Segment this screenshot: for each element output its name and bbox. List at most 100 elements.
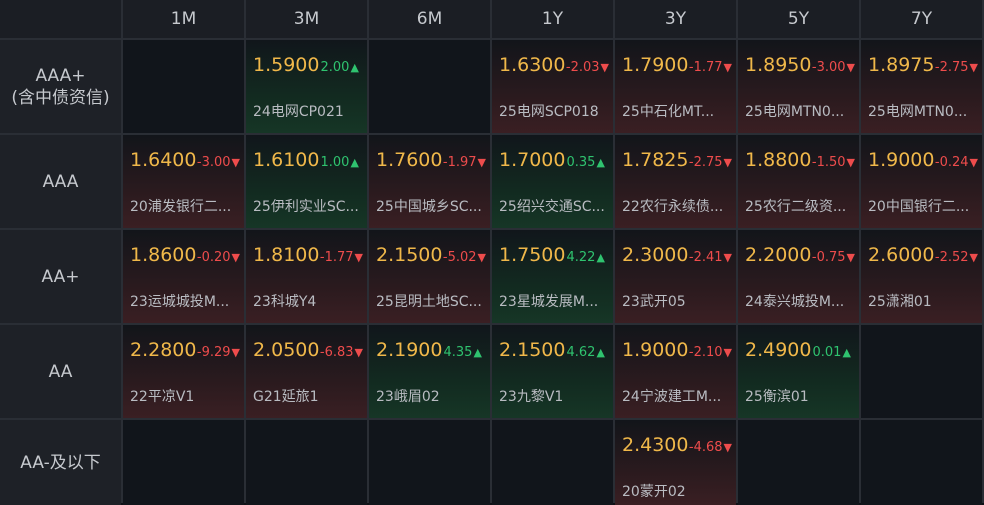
column-header-6m[interactable]: 6M <box>369 0 490 38</box>
triangle-down-icon: ▼ <box>231 346 240 359</box>
bond-name[interactable]: 25绍兴交通SC... <box>499 196 607 216</box>
empty-cell <box>369 420 490 505</box>
bond-name[interactable]: 23九黎V1 <box>499 386 607 406</box>
bond-name[interactable]: 23运城城投M... <box>130 291 238 311</box>
quote-cell[interactable]: 1.7000 0.35▲ 25绍兴交通SC... <box>492 135 613 228</box>
quote-cell[interactable]: 2.2000 -0.75▼ 24泰兴城投M... <box>738 230 859 323</box>
change-text: -9.29 <box>196 345 231 360</box>
yield-value: 1.8800 <box>745 149 811 171</box>
column-header-1y[interactable]: 1Y <box>492 0 613 38</box>
quote-cell[interactable]: 1.6400 -3.00▼ 20浦发银行二... <box>123 135 244 228</box>
change-value: -1.77▼ <box>689 60 732 75</box>
column-header-3y[interactable]: 3Y <box>615 0 736 38</box>
bond-name[interactable]: 23科城Y4 <box>253 291 361 311</box>
empty-cell <box>123 420 244 505</box>
bond-name[interactable]: 25电网MTN0... <box>745 101 853 121</box>
bond-name[interactable]: 23峨眉02 <box>376 386 484 406</box>
bond-name[interactable]: 20蒙开02 <box>622 481 730 501</box>
quote-cell[interactable]: 1.7500 4.22▲ 23星城发展M... <box>492 230 613 323</box>
quote-cell[interactable]: 2.1500 -5.02▼ 25昆明土地SC... <box>369 230 490 323</box>
bond-name[interactable]: 23星城发展M... <box>499 291 607 311</box>
quote-cell[interactable]: 2.0500 -6.83▼ G21延旅1 <box>246 325 367 418</box>
bond-name[interactable]: 25农行二级资... <box>745 196 853 216</box>
yield-value: 1.7900 <box>622 54 688 76</box>
change-value: -2.41▼ <box>689 250 732 265</box>
yield-value: 1.7600 <box>376 149 442 171</box>
quote-cell[interactable]: 1.7900 -1.77▼ 25中石化MT... <box>615 40 736 133</box>
triangle-up-icon: ▲ <box>596 346 605 359</box>
bond-name[interactable]: 24电网CP021 <box>253 101 361 121</box>
quote-line: 2.3000 -2.41▼ <box>622 244 732 266</box>
bond-name[interactable]: 25衡滨01 <box>745 386 853 406</box>
bond-name[interactable]: G21延旅1 <box>253 386 361 406</box>
triangle-down-icon: ▼ <box>354 251 363 264</box>
change-text: -4.68 <box>688 440 723 455</box>
quote-line: 2.1500 -5.02▼ <box>376 244 486 266</box>
yield-value: 1.6100 <box>253 149 320 171</box>
quote-cell[interactable]: 1.9000 -0.24▼ 20中国银行二... <box>861 135 982 228</box>
bond-name[interactable]: 20中国银行二... <box>868 196 976 216</box>
change-text: -0.24 <box>934 155 969 170</box>
empty-cell <box>492 420 613 505</box>
bond-name[interactable]: 20浦发银行二... <box>130 196 238 216</box>
bond-name[interactable]: 24泰兴城投M... <box>745 291 853 311</box>
quote-cell[interactable]: 2.4300 -4.68▼ 20蒙开02 <box>615 420 736 505</box>
bond-name[interactable]: 25潇湘01 <box>868 291 976 311</box>
column-header-5y[interactable]: 5Y <box>738 0 859 38</box>
column-header-1m[interactable]: 1M <box>123 0 244 38</box>
change-value: -5.02▼ <box>443 250 486 265</box>
quote-line: 1.6400 -3.00▼ <box>130 149 240 171</box>
yield-value: 2.4900 <box>745 339 812 361</box>
change-text: -1.77 <box>688 60 723 75</box>
quote-cell[interactable]: 2.1500 4.62▲ 23九黎V1 <box>492 325 613 418</box>
bond-name[interactable]: 22平凉V1 <box>130 386 238 406</box>
bond-name[interactable]: 25昆明土地SC... <box>376 291 484 311</box>
yield-value: 1.9000 <box>622 339 688 361</box>
quote-cell[interactable]: 2.3000 -2.41▼ 23武开05 <box>615 230 736 323</box>
bond-name[interactable]: 25中石化MT... <box>622 101 730 121</box>
yield-value: 2.2800 <box>130 339 196 361</box>
bond-yield-matrix: 1M 3M 6M 1Y 3Y 5Y 7Y AAA+ (含中债资信) 1.5900 2.00▲ 24电网… <box>0 0 984 505</box>
bond-name[interactable]: 25中国城乡SC... <box>376 196 484 216</box>
quote-line: 1.7500 4.22▲ <box>499 244 609 266</box>
quote-line: 2.4300 -4.68▼ <box>622 434 732 456</box>
yield-value: 1.5900 <box>253 54 320 76</box>
quote-line: 2.4900 0.01▲ <box>745 339 855 361</box>
quote-cell[interactable]: 1.7600 -1.97▼ 25中国城乡SC... <box>369 135 490 228</box>
quote-cell[interactable]: 1.6100 1.00▲ 25伊利实业SC... <box>246 135 367 228</box>
bond-name[interactable]: 24宁波建工M... <box>622 386 730 406</box>
change-text: -0.75 <box>811 250 846 265</box>
quote-line: 2.2000 -0.75▼ <box>745 244 855 266</box>
triangle-up-icon: ▲ <box>842 346 851 359</box>
bond-name[interactable]: 23武开05 <box>622 291 730 311</box>
column-header-3m[interactable]: 3M <box>246 0 367 38</box>
quote-cell[interactable]: 1.8950 -3.00▼ 25电网MTN0... <box>738 40 859 133</box>
bond-name[interactable]: 25伊利实业SC... <box>253 196 361 216</box>
quote-cell[interactable]: 2.4900 0.01▲ 25衡滨01 <box>738 325 859 418</box>
header-corner <box>0 0 121 38</box>
change-value: -2.75▼ <box>935 60 978 75</box>
yield-value: 2.1500 <box>376 244 442 266</box>
quote-cell[interactable]: 1.8600 -0.20▼ 23运城城投M... <box>123 230 244 323</box>
change-value: -0.24▼ <box>935 155 978 170</box>
quote-cell[interactable]: 1.5900 2.00▲ 24电网CP021 <box>246 40 367 133</box>
quote-line: 1.9000 -0.24▼ <box>868 149 978 171</box>
quote-line: 2.6000 -2.52▼ <box>868 244 978 266</box>
row-header: AAA <box>0 135 121 228</box>
quote-cell[interactable]: 2.2800 -9.29▼ 22平凉V1 <box>123 325 244 418</box>
change-value: -0.20▼ <box>197 250 240 265</box>
quote-cell[interactable]: 1.6300 -2.03▼ 25电网SCP018 <box>492 40 613 133</box>
quote-cell[interactable]: 1.9000 -2.10▼ 24宁波建工M... <box>615 325 736 418</box>
change-value: 2.00▲ <box>320 60 358 75</box>
quote-cell[interactable]: 2.6000 -2.52▼ 25潇湘01 <box>861 230 982 323</box>
bond-name[interactable]: 22农行永续债... <box>622 196 730 216</box>
quote-cell[interactable]: 1.8100 -1.77▼ 23科城Y4 <box>246 230 367 323</box>
change-value: -2.03▼ <box>566 60 609 75</box>
quote-cell[interactable]: 1.7825 -2.75▼ 22农行永续债... <box>615 135 736 228</box>
column-header-7y[interactable]: 7Y <box>861 0 982 38</box>
quote-cell[interactable]: 1.8975 -2.75▼ 25电网MTN0... <box>861 40 982 133</box>
quote-cell[interactable]: 2.1900 4.35▲ 23峨眉02 <box>369 325 490 418</box>
bond-name[interactable]: 25电网SCP018 <box>499 101 607 121</box>
bond-name[interactable]: 25电网MTN0... <box>868 101 976 121</box>
quote-cell[interactable]: 1.8800 -1.50▼ 25农行二级资... <box>738 135 859 228</box>
